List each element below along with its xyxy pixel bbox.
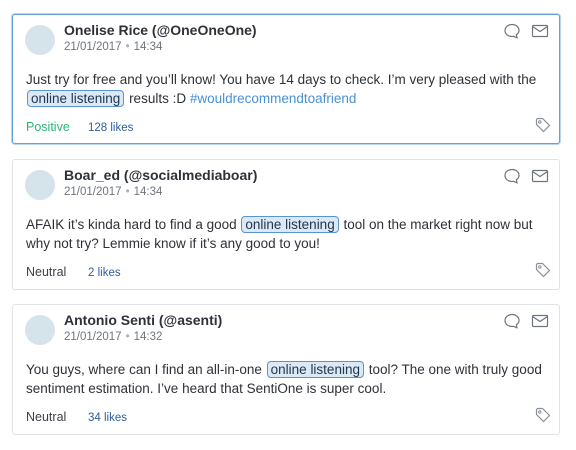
post-text: You guys, where can I find an all-in-one…: [26, 360, 543, 398]
avatar: [25, 170, 55, 200]
post-actions: [503, 168, 549, 184]
post-text-before: AFAIK it’s kinda hard to find a good: [26, 217, 241, 232]
post-text-before: Just try for free and you’ll know! You h…: [26, 72, 537, 87]
avatar: [25, 315, 55, 345]
post-footer: Positive 128 likes: [26, 120, 133, 134]
envelope-icon[interactable]: [531, 313, 549, 329]
post-text-before: You guys, where can I find an all-in-one: [26, 362, 266, 377]
tag-icon[interactable]: [535, 117, 551, 133]
keyword-highlight: online listening: [27, 90, 125, 107]
sentiment-label[interactable]: Positive: [26, 120, 88, 134]
post-text: AFAIK it’s kinda hard to find a good onl…: [26, 215, 543, 253]
post-text-after: results :D: [125, 91, 190, 106]
mention-card[interactable]: Antonio Senti (@asenti) 21/01/2017 • 14:32…: [12, 304, 560, 435]
separator-dot: •: [125, 186, 130, 198]
speech-bubble-icon[interactable]: [503, 168, 521, 184]
post-timestamp: 21/01/2017 • 14:34: [64, 186, 162, 198]
post-timestamp: 21/01/2017 • 14:34: [64, 41, 162, 53]
post-actions: [503, 23, 549, 39]
post-date: 21/01/2017: [64, 331, 122, 343]
post-text: Just try for free and you’ll know! You h…: [26, 70, 543, 108]
speech-bubble-icon[interactable]: [503, 23, 521, 39]
post-time: 14:32: [133, 331, 163, 343]
post-date: 21/01/2017: [64, 41, 122, 53]
post-time: 14:34: [133, 186, 163, 198]
likes-count: 34 likes: [88, 412, 127, 424]
likes-count: 128 likes: [88, 122, 134, 134]
keyword-highlight: online listening: [266, 361, 364, 378]
author-name[interactable]: Antonio Senti (@asenti): [64, 312, 222, 328]
post-actions: [503, 313, 549, 329]
author-name[interactable]: Boar_ed (@socialmediaboar): [64, 167, 257, 183]
post-timestamp: 21/01/2017 • 14:32: [64, 331, 162, 343]
mention-card[interactable]: Boar_ed (@socialmediaboar) 21/01/2017 • 14…: [12, 159, 560, 290]
post-footer: Neutral 2 likes: [26, 265, 121, 279]
tag-icon[interactable]: [535, 407, 551, 423]
avatar: [25, 25, 55, 55]
sentiment-label[interactable]: Neutral: [26, 410, 88, 424]
author-name[interactable]: Onelise Rice (@OneOneOne): [64, 22, 257, 38]
mention-card[interactable]: Onelise Rice (@OneOneOne) 21/01/2017 • 14:…: [12, 14, 560, 144]
sentiment-label[interactable]: Neutral: [26, 265, 88, 279]
tag-icon[interactable]: [535, 262, 551, 278]
keyword-highlight: online listening: [241, 216, 339, 233]
envelope-icon[interactable]: [531, 168, 549, 184]
likes-count: 2 likes: [88, 267, 121, 279]
speech-bubble-icon[interactable]: [503, 313, 521, 329]
separator-dot: •: [125, 41, 130, 53]
post-time: 14:34: [133, 41, 163, 53]
envelope-icon[interactable]: [531, 23, 549, 39]
hashtag-link[interactable]: #wouldrecommendtoafriend: [190, 91, 357, 106]
post-date: 21/01/2017: [64, 186, 122, 198]
separator-dot: •: [125, 331, 130, 343]
post-footer: Neutral 34 likes: [26, 410, 127, 424]
